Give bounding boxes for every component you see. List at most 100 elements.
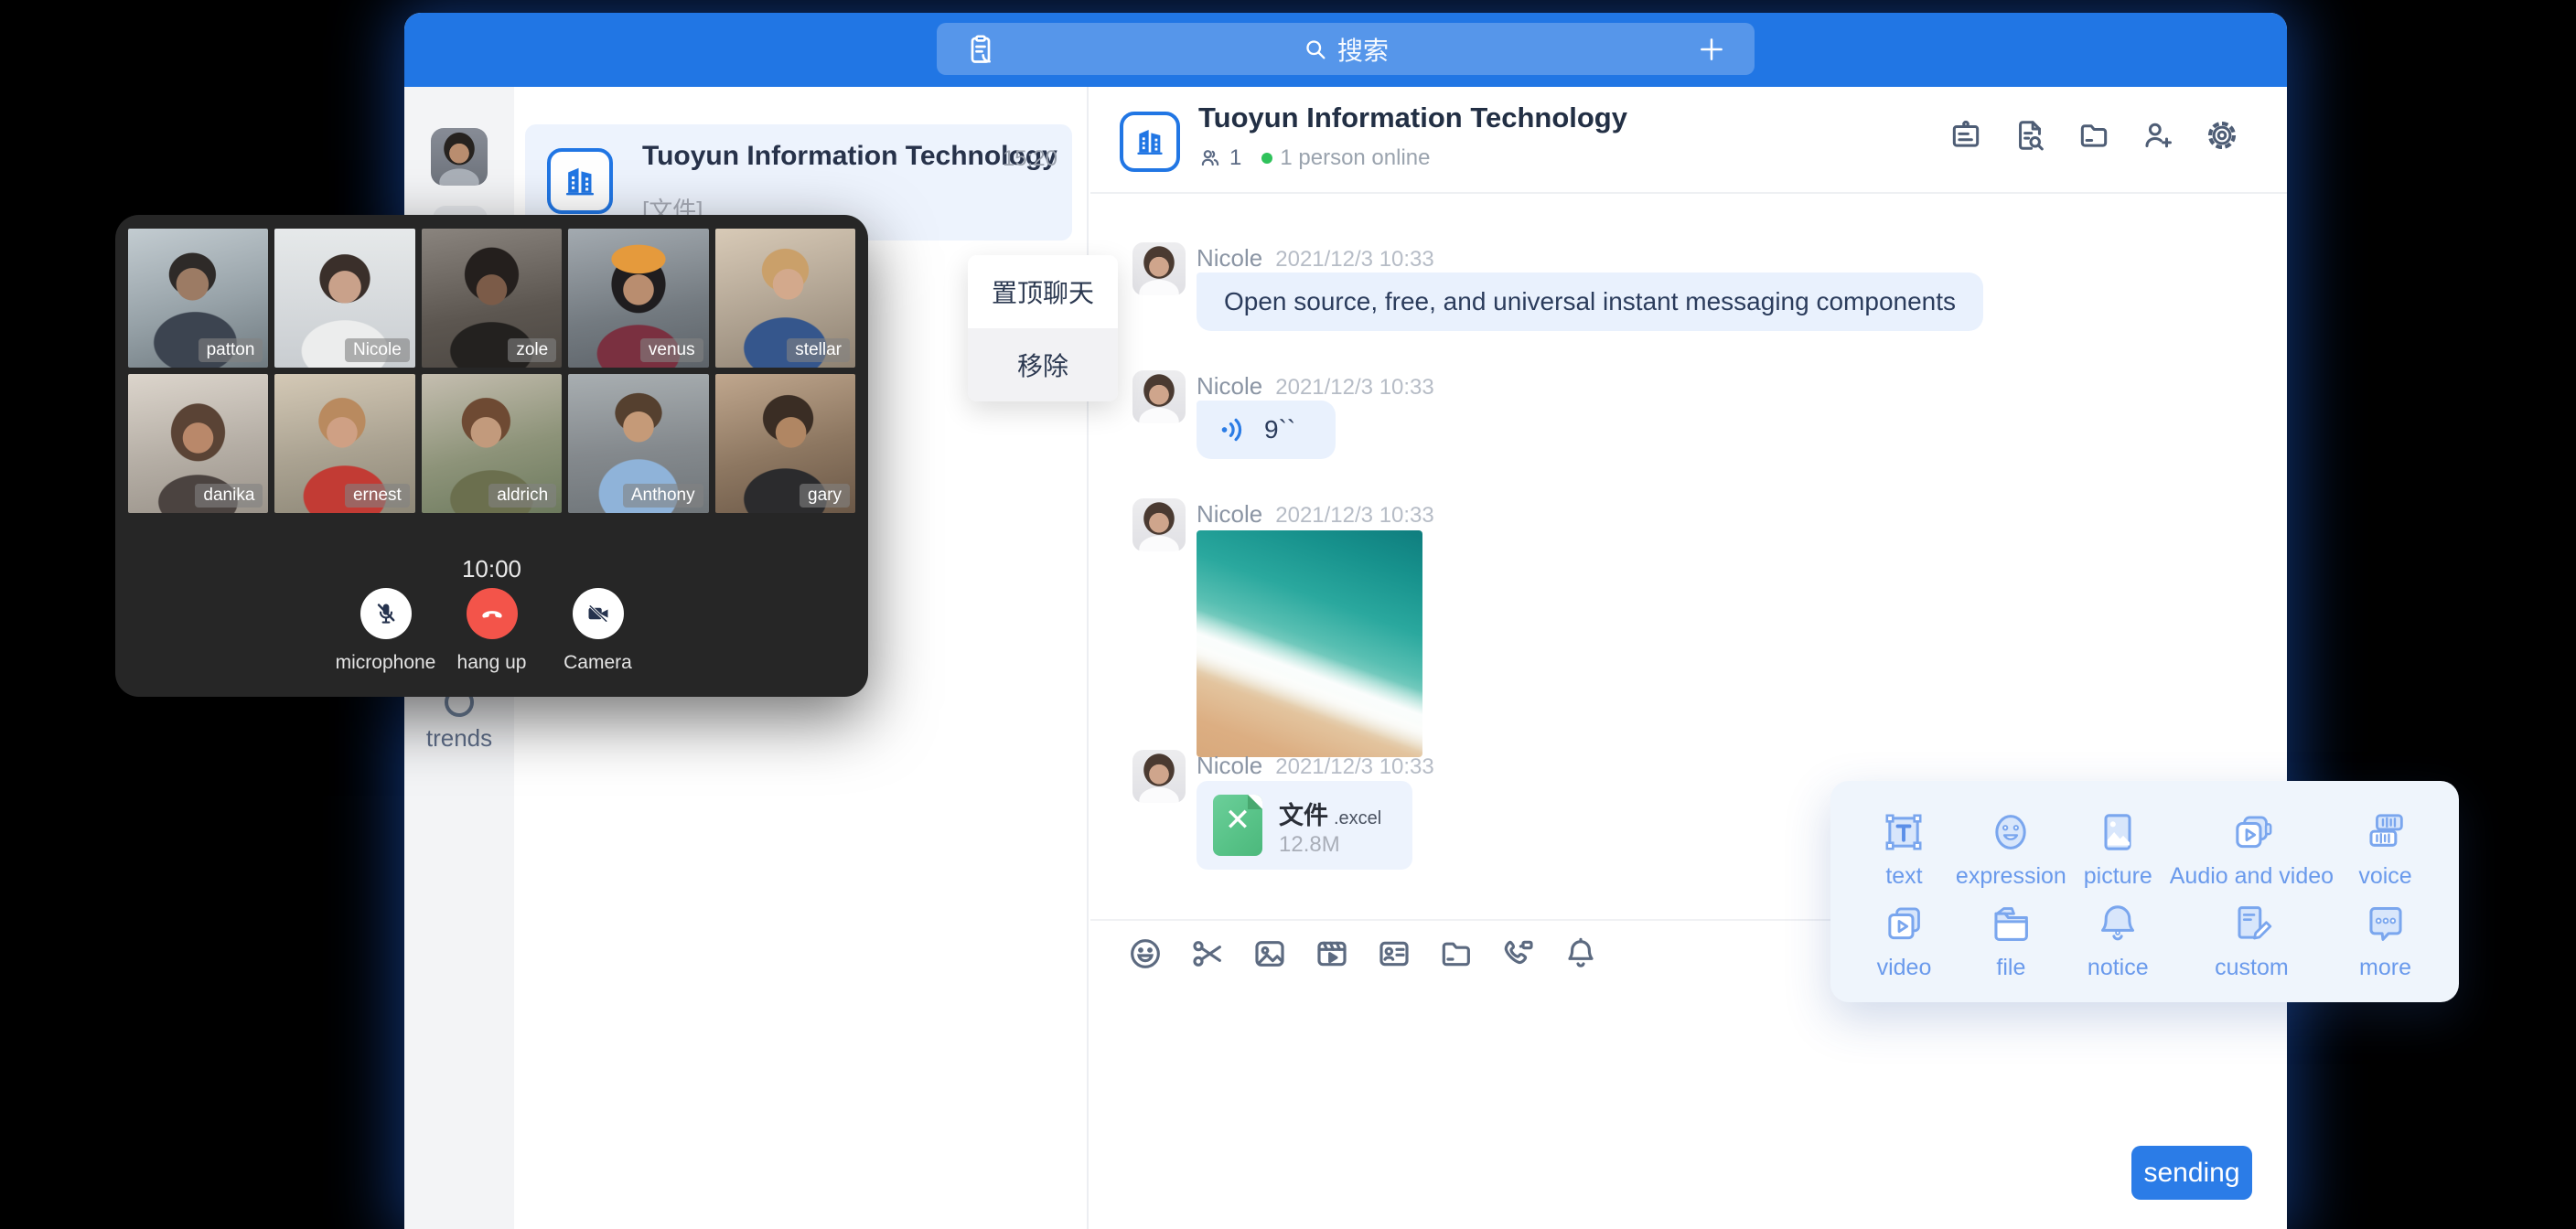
search-icon <box>1303 37 1328 62</box>
screenshot-scissors-icon[interactable] <box>1189 935 1226 972</box>
panel-item-picture[interactable]: picture <box>2066 803 2170 894</box>
notification-bell-icon[interactable] <box>1562 935 1599 972</box>
voice-duration: 9`` <box>1264 415 1295 444</box>
participant-name: aldrich <box>488 484 556 508</box>
group-call-window: patton Nicole zole venus stellar danika … <box>115 215 868 697</box>
chat-area: Tuoyun Information Technology 1 1 person… <box>1090 87 2287 1229</box>
panel-item-voice[interactable]: voice <box>2334 803 2437 894</box>
message-meta: Nicole 2021/12/3 10:33 <box>1197 372 1434 401</box>
sidebar-item-trends[interactable]: trends <box>404 688 514 753</box>
file-message-card[interactable]: ✕ 文件.excel 12.8M <box>1197 781 1412 870</box>
trends-label: trends <box>404 724 514 753</box>
voice-icon <box>2362 808 2410 856</box>
search-bar[interactable]: 搜索 <box>937 23 1755 75</box>
mic-off-icon <box>372 600 400 627</box>
message-time: 2021/12/3 10:33 <box>1275 503 1434 528</box>
message-meta: Nicole2021/12/3 10:33 <box>1197 752 1434 780</box>
members-icon <box>1198 146 1222 170</box>
send-button[interactable]: sending <box>2131 1146 2252 1200</box>
contact-card-icon[interactable] <box>1376 935 1412 972</box>
call-controls: microphone hang up Camera <box>115 588 868 674</box>
sender-name: Nicole <box>1197 500 1262 528</box>
panel-item-notice[interactable]: notice <box>2066 894 2170 986</box>
sender-name: Nicole <box>1197 372 1262 400</box>
video-clip-icon[interactable] <box>1314 935 1350 972</box>
online-status: 1 person online <box>1280 145 1430 171</box>
text-icon <box>1880 808 1927 856</box>
conversation-time: 15:20 <box>1003 146 1057 172</box>
participant-video: gary <box>715 374 855 513</box>
chat-subtitle: 1 1 person online <box>1198 145 1430 171</box>
image-message-beach-photo[interactable] <box>1197 530 1422 757</box>
search-input[interactable]: 搜索 <box>1001 31 1690 68</box>
audio-video-icon <box>2227 808 2275 856</box>
participant-name: venus <box>640 338 703 362</box>
group-avatar <box>547 148 613 214</box>
message-type-panel: text expression picture Audio and video <box>1830 781 2459 1002</box>
hang-up-label: hang up <box>457 652 527 674</box>
file-name: 文件 <box>1279 802 1328 829</box>
message-meta: Nicole2021/12/3 10:33 <box>1197 244 1434 273</box>
message-time: 2021/12/3 10:33 <box>1275 247 1434 272</box>
panel-item-text[interactable]: text <box>1852 803 1956 894</box>
microphone-label: microphone <box>336 652 436 674</box>
add-member-icon[interactable] <box>2141 118 2175 153</box>
video-call-icon[interactable] <box>1500 935 1537 972</box>
participant-grid: patton Nicole zole venus stellar danika … <box>128 229 855 513</box>
building-icon <box>1132 123 1168 160</box>
participant-video: stellar <box>715 229 855 368</box>
message-meta: Nicole 2021/12/3 10:33 <box>1197 500 1434 529</box>
file-ext: .excel <box>1334 808 1381 828</box>
panel-item-expression[interactable]: expression <box>1956 803 2066 894</box>
message-time: 2021/12/3 10:33 <box>1275 375 1434 400</box>
panel-item-custom[interactable]: custom <box>2170 894 2334 986</box>
member-count: 1 <box>1229 145 1241 171</box>
voice-message-bubble[interactable]: 9`` <box>1197 401 1336 459</box>
group-files-icon[interactable] <box>2077 118 2111 153</box>
camera-off-icon <box>585 600 612 627</box>
my-avatar[interactable] <box>431 128 488 186</box>
microphone-toggle-button[interactable] <box>360 588 412 639</box>
participant-video: ernest <box>274 374 414 513</box>
participant-video: Anthony <box>568 374 708 513</box>
participant-video: zole <box>422 229 562 368</box>
custom-icon <box>2227 900 2275 947</box>
panel-item-file[interactable]: file <box>1956 894 2066 986</box>
group-notice-icon[interactable] <box>1948 118 1983 153</box>
notice-bell-icon <box>2094 900 2141 947</box>
panel-item-video[interactable]: video <box>1852 894 1956 986</box>
building-icon <box>560 161 600 201</box>
participant-name: stellar <box>787 338 850 362</box>
call-timer: 10:00 <box>115 555 868 583</box>
participant-video: Nicole <box>274 229 414 368</box>
panel-item-audio-video[interactable]: Audio and video <box>2170 803 2334 894</box>
chat-history-search-icon[interactable] <box>2012 118 2047 153</box>
participant-video: venus <box>568 229 708 368</box>
camera-label: Camera <box>564 652 632 674</box>
image-icon[interactable] <box>1251 935 1288 972</box>
folder-icon[interactable] <box>1438 935 1475 972</box>
settings-gear-icon[interactable] <box>2205 118 2239 153</box>
participant-name: Anthony <box>623 484 703 508</box>
composer-toolbar <box>1127 935 1599 972</box>
panel-item-more[interactable]: more <box>2334 894 2437 986</box>
expression-icon <box>1987 808 2034 856</box>
sender-avatar <box>1132 242 1186 295</box>
camera-toggle-button[interactable] <box>573 588 624 639</box>
sender-name: Nicole <box>1197 752 1262 779</box>
emoji-icon[interactable] <box>1127 935 1164 972</box>
menu-item-pin-chat[interactable]: 置顶聊天 <box>968 255 1118 328</box>
sender-avatar <box>1132 498 1186 551</box>
menu-item-remove[interactable]: 移除 <box>968 328 1118 401</box>
context-menu: 置顶聊天 移除 <box>968 255 1118 401</box>
participant-name: ernest <box>345 484 410 508</box>
call-records-icon[interactable] <box>964 33 1001 66</box>
picture-icon <box>2094 808 2141 856</box>
add-icon[interactable] <box>1690 34 1727 65</box>
more-icon <box>2362 900 2410 947</box>
file-size: 12.8M <box>1279 832 1340 858</box>
participant-name: gary <box>800 484 850 508</box>
chat-title: Tuoyun Information Technology <box>1198 102 1627 134</box>
hang-up-button[interactable] <box>467 588 518 639</box>
participant-video: danika <box>128 374 268 513</box>
